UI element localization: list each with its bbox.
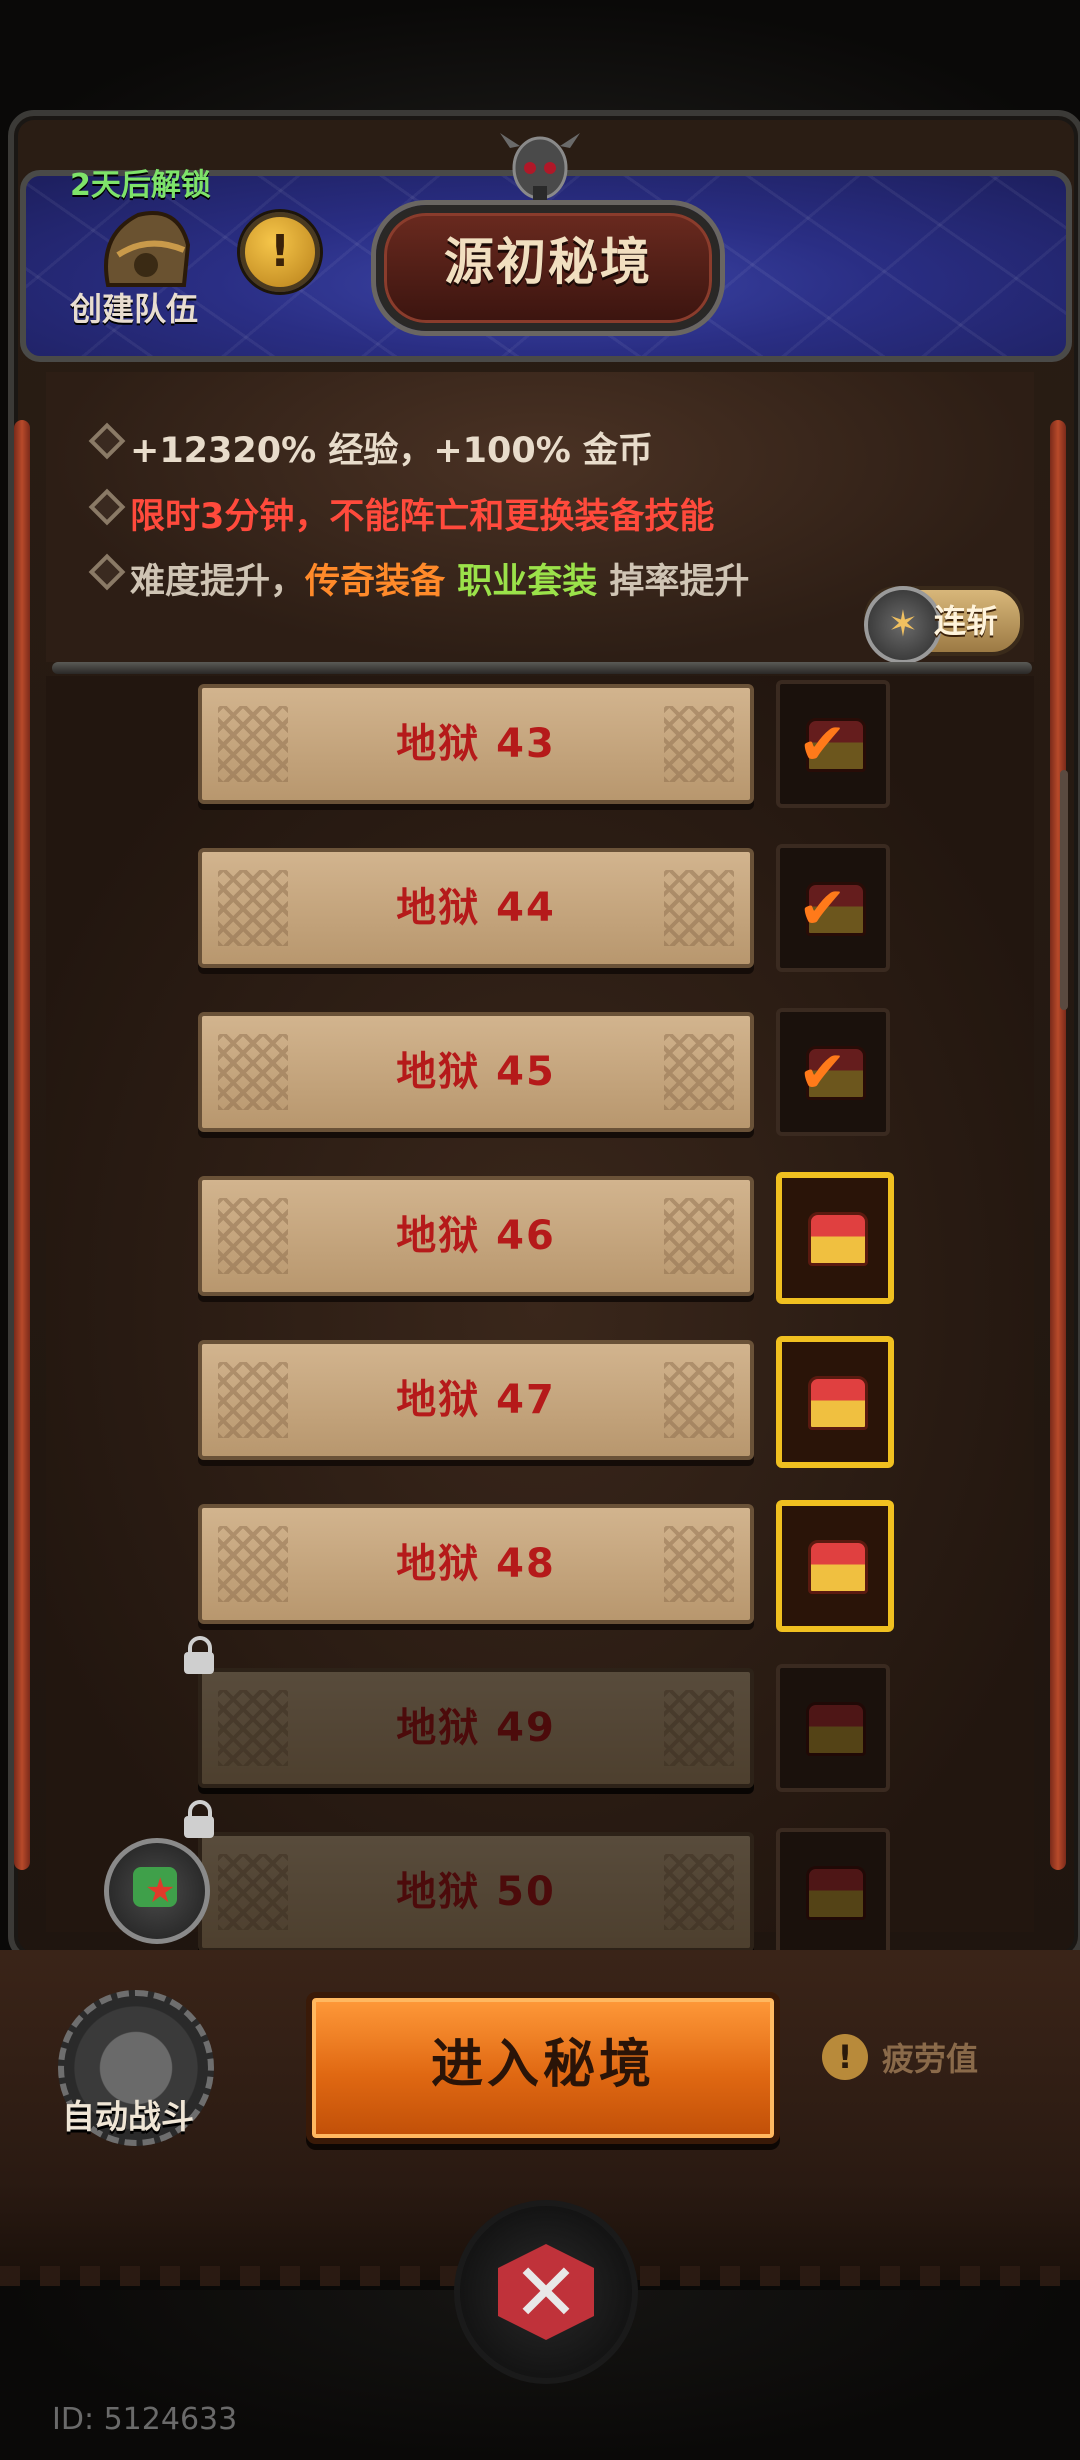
chest-icon: [806, 1866, 866, 1920]
reward-chest-slot[interactable]: [776, 1336, 894, 1468]
level-label[interactable]: 地狱 47: [202, 1344, 750, 1456]
chest-icon: [808, 1212, 868, 1266]
check-icon: ✔: [798, 710, 847, 778]
treasure-box-icon[interactable]: ★: [104, 1838, 210, 1944]
level-label[interactable]: 地狱 46: [202, 1180, 750, 1292]
reward-chest-slot[interactable]: [776, 1500, 894, 1632]
rule-line: 限时3分钟，不能阵亡和更换装备技能: [88, 488, 715, 539]
bonus-text: +12320% 经验，+100% 金币: [130, 431, 653, 471]
reward-chest-slot[interactable]: ✔: [776, 680, 890, 808]
divider: [52, 662, 1032, 674]
check-icon: ✔: [798, 1038, 847, 1106]
frame-rail-left: [14, 420, 30, 1870]
drop-prefix: 难度提升，: [130, 562, 306, 602]
check-icon: ✔: [798, 874, 847, 942]
lock-icon: [184, 1636, 214, 1676]
bonus-line: +12320% 经验，+100% 金币: [88, 422, 653, 473]
player-id: ID: 5124633: [52, 2402, 238, 2437]
class-set-text: 职业套装: [457, 562, 598, 602]
info-button[interactable]: !: [240, 212, 320, 292]
legendary-gear-text: 传奇装备: [305, 562, 446, 602]
level-button[interactable]: 地狱 50: [198, 1832, 754, 1952]
level-label[interactable]: 地狱 44: [202, 852, 750, 964]
rule-text: 限时3分钟，不能阵亡和更换装备技能: [130, 497, 715, 537]
auto-battle-label[interactable]: 自动战斗: [62, 2090, 194, 2138]
create-team-label[interactable]: 创建队伍: [70, 284, 198, 330]
chest-icon: [808, 1376, 868, 1430]
scrollbar[interactable]: [1060, 770, 1068, 1010]
fatigue-info-icon[interactable]: !: [822, 2034, 868, 2080]
level-button[interactable]: 地狱 45: [198, 1012, 754, 1132]
page-title: 源初秘境: [444, 233, 652, 291]
chest-icon: [806, 1702, 866, 1756]
reward-chest-slot[interactable]: ✔: [776, 844, 890, 972]
crossed-swords-icon[interactable]: ✕: [454, 2200, 638, 2384]
fatigue-label[interactable]: 疲劳值: [882, 2034, 978, 2080]
enter-button-label[interactable]: 进入秘境: [306, 2022, 780, 2097]
drop-suffix: 掉率提升: [609, 562, 750, 602]
combo-label[interactable]: 连斩: [934, 596, 998, 642]
reward-chest-slot[interactable]: ✔: [776, 1008, 890, 1136]
level-label[interactable]: 地狱 49: [202, 1672, 750, 1784]
level-label[interactable]: 地狱 43: [202, 688, 750, 800]
level-label[interactable]: 地狱 48: [202, 1508, 750, 1620]
combo-star-icon[interactable]: ✶: [864, 586, 942, 664]
level-label[interactable]: 地狱 50: [202, 1836, 750, 1948]
frame-rail-right: [1050, 420, 1066, 1870]
level-button[interactable]: 地狱 49: [198, 1668, 754, 1788]
level-button[interactable]: 地狱 46: [198, 1176, 754, 1296]
chest-icon: [808, 1540, 868, 1594]
lock-icon: [184, 1800, 214, 1840]
level-button[interactable]: 地狱 48: [198, 1504, 754, 1624]
level-button[interactable]: 地狱 44: [198, 848, 754, 968]
level-label[interactable]: 地狱 45: [202, 1016, 750, 1128]
drop-line: 难度提升，传奇装备 职业套装 掉率提升: [88, 553, 750, 604]
reward-chest-slot[interactable]: [776, 1828, 890, 1956]
level-button[interactable]: 地狱 47: [198, 1340, 754, 1460]
reward-chest-slot[interactable]: [776, 1664, 890, 1792]
reward-chest-slot[interactable]: [776, 1172, 894, 1304]
level-button[interactable]: 地狱 43: [198, 684, 754, 804]
